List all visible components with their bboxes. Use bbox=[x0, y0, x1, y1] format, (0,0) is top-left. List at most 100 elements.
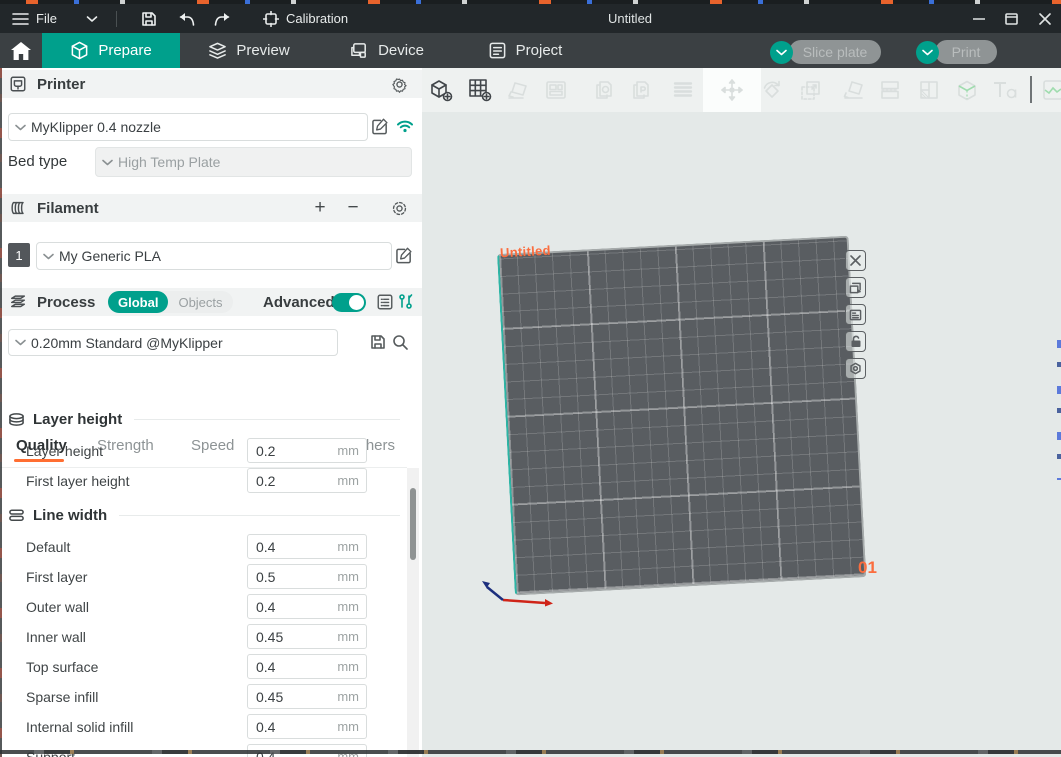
unit-label: mm bbox=[337, 539, 359, 554]
layer-height-input[interactable] bbox=[248, 443, 326, 459]
lay-on-face-icon bbox=[842, 77, 868, 103]
add-plate-icon[interactable] bbox=[467, 77, 493, 103]
assembly-icon bbox=[670, 77, 696, 103]
layer-height-category: Layer height bbox=[8, 407, 400, 431]
rotate-icon bbox=[759, 77, 785, 103]
file-menu-button[interactable]: File bbox=[0, 4, 108, 33]
tab-prepare-label: Prepare bbox=[98, 42, 151, 59]
delete-plate-button[interactable] bbox=[845, 250, 866, 271]
bed-type-select[interactable]: High Temp Plate bbox=[95, 147, 412, 177]
home-icon bbox=[11, 42, 31, 60]
slice-plate-button[interactable]: Slice plate bbox=[789, 40, 881, 64]
bed-type-value: High Temp Plate bbox=[118, 154, 220, 170]
scope-global-option[interactable]: Global bbox=[108, 291, 168, 313]
maximize-button[interactable] bbox=[995, 4, 1028, 33]
origin-axes-indicator bbox=[475, 573, 555, 613]
unit-label: mm bbox=[337, 659, 359, 674]
hamburger-icon bbox=[12, 12, 29, 26]
sidebar-scrollbar-thumb[interactable] bbox=[410, 488, 416, 560]
filament-settings-gear-icon[interactable] bbox=[391, 200, 408, 217]
unlock-icon bbox=[850, 335, 862, 348]
titlebar: File Calibration Untitled bbox=[0, 4, 1061, 33]
sparse-infill-line-width-input[interactable] bbox=[248, 689, 326, 705]
orient-plate-button[interactable] bbox=[845, 277, 866, 298]
advanced-toggle[interactable] bbox=[332, 293, 366, 312]
project-list-icon bbox=[488, 41, 507, 60]
category-rule bbox=[134, 419, 400, 420]
save-button[interactable] bbox=[133, 4, 165, 33]
slice-options-dropdown[interactable] bbox=[770, 41, 793, 64]
remove-filament-button[interactable]: − bbox=[343, 197, 363, 219]
tab-preview[interactable]: Preview bbox=[180, 33, 318, 68]
inner-wall-line-width-input[interactable] bbox=[248, 629, 326, 645]
outer-wall-line-width-input[interactable] bbox=[248, 599, 326, 615]
home-button[interactable] bbox=[0, 33, 42, 68]
add-cube-icon[interactable] bbox=[428, 77, 454, 103]
top-surface-line-width-input[interactable] bbox=[248, 659, 326, 675]
filament-section-title: Filament bbox=[37, 200, 99, 217]
process-scope-toggle[interactable]: Global Objects bbox=[108, 291, 233, 313]
bed-type-label: Bed type bbox=[8, 153, 67, 170]
minimize-button[interactable] bbox=[962, 4, 995, 33]
tab-speed[interactable]: Speed bbox=[191, 437, 234, 454]
tab-strength[interactable]: Strength bbox=[97, 437, 154, 454]
redo-button[interactable] bbox=[207, 4, 239, 33]
print-button[interactable]: Print bbox=[935, 40, 997, 64]
default-line-width-input[interactable] bbox=[248, 539, 326, 555]
first-layer-height-input[interactable] bbox=[248, 473, 326, 489]
search-icon[interactable] bbox=[392, 334, 408, 350]
param-label: Layer height bbox=[26, 443, 103, 459]
plate-settings-button[interactable] bbox=[845, 358, 866, 379]
process-section-title: Process bbox=[37, 294, 95, 311]
arrange-icon bbox=[543, 77, 569, 103]
minimize-icon bbox=[973, 18, 985, 20]
filament-slot-badge[interactable]: 1 bbox=[8, 243, 30, 267]
sidebar-scrollbar-track[interactable] bbox=[407, 468, 419, 757]
prepare-box-icon bbox=[70, 41, 89, 60]
scale-icon bbox=[798, 77, 824, 103]
internal-solid-infill-line-width-input[interactable] bbox=[248, 719, 326, 735]
tab-device[interactable]: Device bbox=[318, 33, 456, 68]
process-preset-select[interactable]: 0.20mm Standard @MyKlipper bbox=[8, 329, 338, 356]
edit-printer-icon[interactable] bbox=[372, 118, 389, 135]
screen-artifact-right bbox=[1057, 340, 1061, 480]
print-options-dropdown[interactable] bbox=[916, 41, 939, 64]
save-icon bbox=[141, 11, 157, 27]
param-label: First layer bbox=[26, 569, 87, 585]
unit-label: mm bbox=[337, 443, 359, 458]
printer-preset-select[interactable]: MyKlipper 0.4 nozzle bbox=[8, 113, 368, 141]
printer-section-header: Printer bbox=[0, 70, 422, 98]
filament-preset-select[interactable]: My Generic PLA bbox=[36, 242, 392, 270]
tab-project[interactable]: Project bbox=[456, 33, 594, 68]
tune-parameters-icon[interactable] bbox=[398, 293, 414, 311]
scope-objects-option[interactable]: Objects bbox=[168, 291, 232, 313]
printer-settings-gear-icon[interactable] bbox=[391, 76, 408, 93]
file-menu-label: File bbox=[36, 11, 57, 26]
close-button[interactable] bbox=[1028, 4, 1061, 33]
add-filament-button[interactable]: + bbox=[310, 197, 330, 219]
viewport-3d[interactable]: Untitled 01 bbox=[422, 68, 1061, 757]
move-icon bbox=[719, 77, 745, 103]
build-plate[interactable] bbox=[497, 236, 866, 596]
edit-filament-icon[interactable] bbox=[396, 247, 413, 264]
inner-wall-line-width-field: mm bbox=[247, 624, 367, 649]
plate-name-label: Untitled bbox=[500, 243, 552, 261]
sparse-infill-line-width-field: mm bbox=[247, 684, 367, 709]
lock-plate-button[interactable] bbox=[845, 331, 866, 352]
filament-spool-icon bbox=[9, 199, 27, 217]
maximize-icon bbox=[1005, 13, 1018, 25]
arrange-plate-icon bbox=[849, 309, 862, 321]
tab-prepare[interactable]: Prepare bbox=[42, 33, 180, 68]
undo-button[interactable] bbox=[171, 4, 203, 33]
save-preset-icon[interactable] bbox=[370, 334, 386, 350]
paint-cube-icon bbox=[954, 77, 980, 103]
window-title: Untitled bbox=[560, 11, 700, 26]
arrange-plate-button[interactable] bbox=[845, 304, 866, 325]
undo-icon bbox=[178, 12, 195, 26]
calibration-button[interactable]: Calibration bbox=[253, 4, 358, 33]
parameter-list-icon[interactable] bbox=[376, 293, 394, 311]
wifi-connection-icon[interactable] bbox=[396, 119, 414, 133]
chevron-down-icon bbox=[43, 253, 54, 260]
first-layer-line-width-input[interactable] bbox=[248, 569, 326, 585]
default-line-width-field: mm bbox=[247, 534, 367, 559]
